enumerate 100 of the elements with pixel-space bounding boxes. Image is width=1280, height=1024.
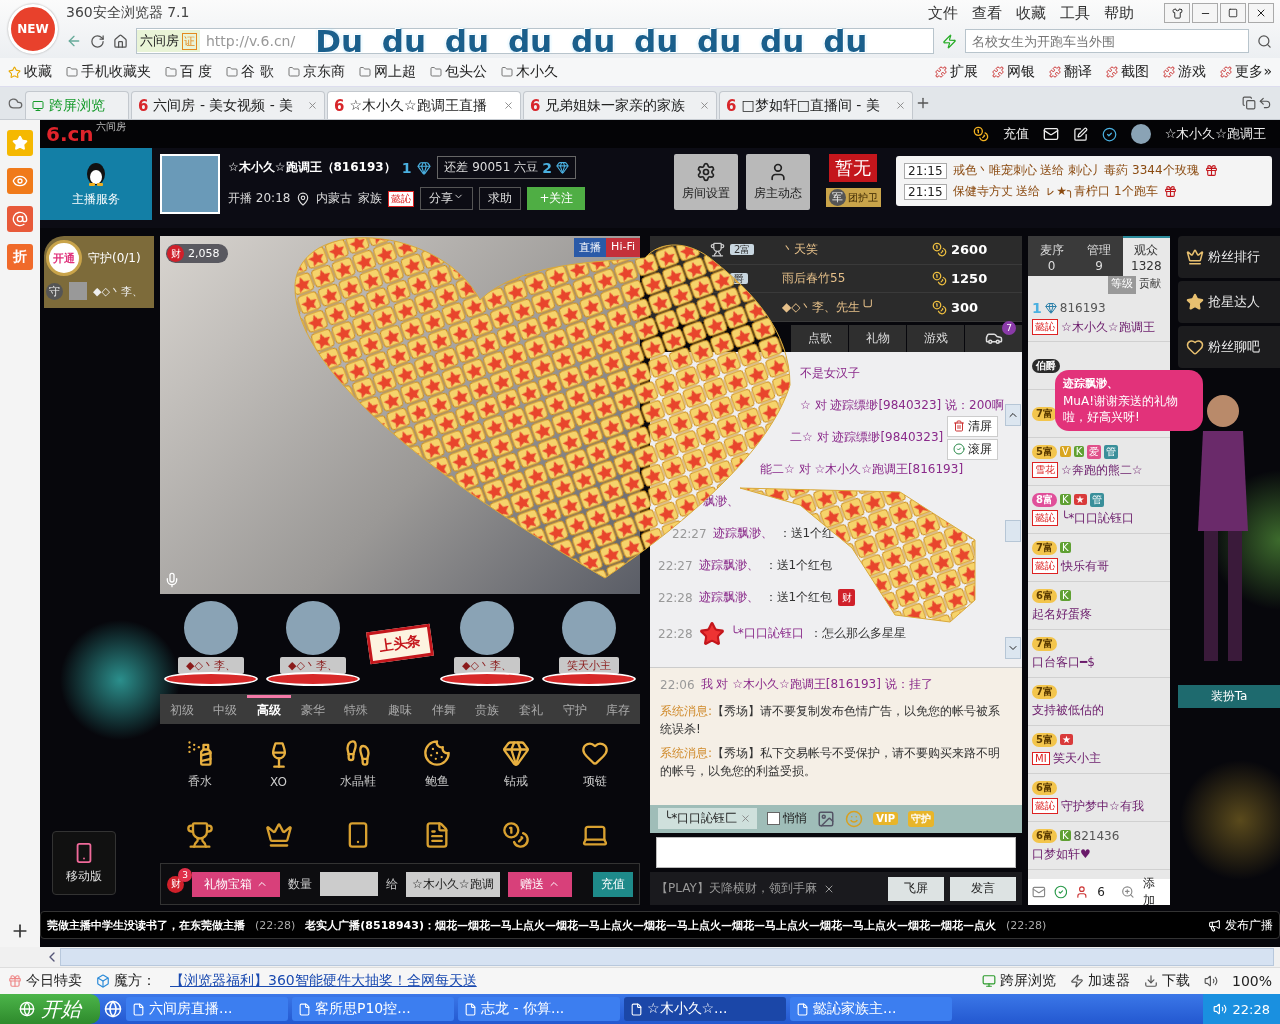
bookmark-item[interactable]: 收藏: [8, 63, 52, 81]
crown-icon[interactable]: [264, 820, 293, 849]
mobile-version-button[interactable]: 移动版: [52, 831, 116, 895]
volume-icon[interactable]: [1212, 1002, 1227, 1016]
new-tab-icon[interactable]: [915, 95, 931, 111]
cloud-icon[interactable]: [8, 95, 23, 111]
mail-icon[interactable]: [1042, 126, 1059, 142]
gift-tab[interactable]: 贵族: [465, 694, 510, 723]
gift-item[interactable]: 钻戒: [476, 739, 555, 791]
bookmark-item[interactable]: 谷 歌: [226, 63, 274, 81]
bookmark-item[interactable]: 木小久: [500, 63, 558, 81]
toolbar-item[interactable]: 游戏: [1163, 63, 1207, 81]
member-name[interactable]: ◆◇丶李、: [93, 283, 143, 299]
maximize-button[interactable]: [1220, 3, 1246, 23]
send-gift-button[interactable]: 赠送: [507, 871, 572, 897]
gift-item[interactable]: XO: [239, 740, 318, 789]
sender-name[interactable]: 迹踪飘渺、: [712, 525, 773, 543]
toolbar-item[interactable]: 更多»: [1220, 63, 1272, 81]
help-button[interactable]: 求助: [479, 187, 522, 210]
gift-item[interactable]: 项链: [555, 739, 634, 791]
eye-icon[interactable]: [7, 168, 33, 194]
quantity-field[interactable]: [320, 872, 378, 897]
chat-tab[interactable]: 点歌: [791, 325, 848, 352]
gift-tab[interactable]: 高级: [247, 694, 291, 723]
bookmark-item[interactable]: 百 度: [165, 63, 213, 81]
user-name[interactable]: 笑天小主: [1052, 749, 1101, 767]
room-settings-button[interactable]: 房间设置: [674, 154, 738, 210]
coins-icon[interactable]: [501, 820, 530, 849]
fan-chat-button[interactable]: 粉丝聊吧: [1178, 326, 1280, 368]
status-item[interactable]: 魔方：: [96, 972, 156, 990]
bookmark-item[interactable]: 网上超: [358, 63, 416, 81]
share-button[interactable]: 分享: [420, 187, 474, 210]
browser-tab[interactable]: 6 □梦如轩□直播间 - 美: [719, 91, 913, 119]
browser-logo[interactable]: NEW: [8, 4, 58, 54]
browser-tab[interactable]: 6 ☆木小久☆跑调王直播: [327, 91, 521, 119]
auto-scroll-button[interactable]: 滚屏: [947, 438, 998, 460]
check-icon[interactable]: [1053, 885, 1068, 899]
close-button[interactable]: [1248, 3, 1274, 23]
skin-button[interactable]: [1164, 3, 1190, 23]
email-icon[interactable]: [7, 206, 33, 232]
user-avatar[interactable]: [1130, 124, 1151, 144]
status-item[interactable]: 下载: [1143, 972, 1190, 990]
gift-tab[interactable]: 趣味: [378, 694, 422, 723]
refresh-icon[interactable]: [90, 33, 105, 49]
menu-item[interactable]: 帮助: [1104, 3, 1134, 23]
gift-tab[interactable]: 库存: [596, 694, 641, 723]
status-item[interactable]: 跨屏浏览: [981, 972, 1056, 990]
user-name[interactable]: 守护梦中☆有我: [1061, 797, 1144, 815]
anchor-service-tab[interactable]: 主播服务: [40, 148, 152, 220]
chat-input[interactable]: [656, 837, 1016, 869]
star-grab-button[interactable]: 抢星达人: [1178, 281, 1280, 323]
user-name[interactable]: ☆木小久☆跑调王: [1061, 318, 1155, 336]
clear-screen-button[interactable]: 清屏: [947, 415, 998, 437]
guard-team-badge[interactable]: 军 团护卫: [825, 188, 881, 207]
menu-item[interactable]: 工具: [1060, 3, 1090, 23]
volume-icon[interactable]: [1203, 974, 1218, 988]
status-item[interactable]: 加速器: [1069, 972, 1130, 990]
gift-tab[interactable]: 守护: [552, 694, 597, 723]
user-name[interactable]: 起名好蛋疼: [1032, 605, 1092, 623]
scroll-down-button[interactable]: [1005, 636, 1021, 659]
gift-tab[interactable]: 套礼: [509, 694, 553, 723]
sender-name[interactable]: ╰*口口訫钰口: [730, 625, 804, 643]
browser-tab[interactable]: 6 六间房 - 美女视频 - 美: [131, 91, 325, 119]
promo-link[interactable]: 【浏览器福利】360智能硬件大抽奖！全网每天送: [170, 972, 477, 990]
user-name[interactable]: 口梦如轩♥: [1032, 845, 1091, 863]
image-icon[interactable]: [817, 810, 836, 828]
close-tab-icon[interactable]: [307, 100, 318, 111]
open-guard-button[interactable]: 开通: [46, 240, 82, 276]
scroll-up-button[interactable]: [1005, 403, 1021, 426]
recharge-link[interactable]: 充值: [1002, 125, 1029, 143]
toolbar-item[interactable]: 截图: [1106, 63, 1150, 81]
audience-tab[interactable]: 管理 9: [1075, 236, 1123, 276]
gift-tab[interactable]: 伴舞: [421, 694, 466, 723]
user-name[interactable]: ☆奔跑的熊二☆: [1061, 461, 1143, 479]
sender-name[interactable]: 迹踪飘渺、: [698, 589, 759, 607]
audience-tab[interactable]: 观众 1328: [1122, 236, 1170, 276]
toolbar-item[interactable]: 扩展: [935, 63, 979, 81]
horizontal-scrollbar[interactable]: [60, 948, 1274, 966]
browser-tab[interactable]: 6 兄弟姐妹一家亲的家族: [523, 91, 717, 119]
browser-icon[interactable]: [104, 1000, 122, 1018]
home-icon[interactable]: [113, 33, 128, 49]
gift-item[interactable]: 水晶鞋: [318, 739, 397, 791]
dress-up-button[interactable]: 装扮Ta: [1178, 685, 1280, 708]
gift-item[interactable]: 香水: [160, 739, 239, 791]
menu-item[interactable]: 文件: [928, 3, 958, 23]
fly-screen-button[interactable]: 飞屏: [888, 876, 944, 901]
gift-tab[interactable]: 豪华: [290, 694, 335, 723]
zoom-level[interactable]: 100%: [1231, 973, 1272, 989]
seat-avatar[interactable]: [286, 601, 340, 656]
menu-item[interactable]: 收藏: [1016, 3, 1046, 23]
address-field[interactable]: 六间房 证 http://v.6.cn/ Du du du du du du du du du: [136, 28, 934, 54]
whisper-checkbox[interactable]: 悄悄: [767, 810, 808, 828]
audience-tab[interactable]: 麦序 0: [1028, 236, 1076, 276]
send-button[interactable]: 发言: [950, 876, 1016, 901]
broadcast-button[interactable]: 发布广播: [1208, 916, 1273, 934]
search-add-icon[interactable]: [1120, 885, 1135, 899]
search-icon[interactable]: [1257, 33, 1272, 49]
undo-icon[interactable]: [1258, 96, 1272, 110]
taskbar-button[interactable]: ☆木小久☆...: [624, 997, 786, 1021]
bookmark-item[interactable]: 京东商: [287, 63, 345, 81]
